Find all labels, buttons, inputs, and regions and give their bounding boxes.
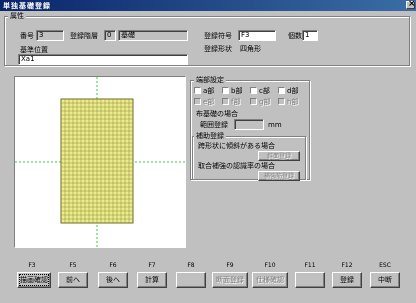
next-button[interactable]: 後へ (98, 272, 128, 288)
part-a-label: a部 (203, 87, 215, 95)
part-c-checkbox[interactable] (250, 87, 257, 94)
slope-register-button: 斜面登録 (258, 151, 300, 161)
range-unit: mm (268, 121, 282, 129)
drawing-preview (14, 76, 186, 248)
shape-value: 四角形 (240, 45, 261, 53)
function-button-bar: 描画確認 前へ 後へ 計算 断面登録 仕様確認 登録 中断 (0, 272, 416, 290)
part-g-checkbox (250, 98, 257, 105)
function-key-row: F3 F5 F6 F7 F8 F9 F10 F11 F12 ESC (0, 262, 416, 270)
cancel-button[interactable]: 中断 (370, 272, 400, 288)
spec-check-button: 仕様確認 (252, 272, 288, 288)
part-h-label: h部 (287, 98, 299, 106)
floor-label: 登録階層 (70, 32, 98, 40)
draw-check-button[interactable]: 描画確認 (17, 272, 51, 288)
base-position-input[interactable]: Xa1 (18, 54, 188, 65)
calculate-button[interactable]: 計算 (137, 272, 167, 288)
part-d-label: d部 (287, 87, 299, 95)
title-bar: 単独基礎登録 (0, 0, 416, 11)
base-position-label: 基準位置 (20, 46, 48, 54)
ending-group-label: 端部設定 (194, 76, 226, 84)
close-icon[interactable] (406, 0, 416, 9)
part-h-checkbox (278, 98, 285, 105)
prev-button[interactable]: 前へ (58, 272, 88, 288)
parts-row-enabled: a部 b部 c部 d部 (194, 86, 310, 96)
range-label: 範囲登録 (200, 121, 228, 129)
footing-plan-drawing (15, 77, 185, 247)
part-e-label: e部 (203, 98, 215, 106)
part-f-label: f部 (231, 98, 241, 106)
part-b-label: b部 (231, 87, 243, 95)
rebar-case-label: 取合補強の認識率の場合 (198, 162, 275, 170)
count-input[interactable]: 1 (302, 30, 318, 41)
window-title: 単独基礎登録 (3, 2, 51, 10)
slope-case-label: 跨形状に傾斜がある場合 (198, 142, 275, 150)
fkey-label: F7 (148, 262, 156, 269)
part-e-checkbox (194, 98, 201, 105)
part-g-label: g部 (259, 98, 271, 106)
fkey-label: ESC (379, 262, 391, 269)
floor-number-field: 0 (104, 30, 116, 41)
fkey-label: F10 (264, 262, 276, 269)
fkey-label: F6 (109, 262, 117, 269)
code-input[interactable]: F3 (238, 30, 276, 41)
cloth-base-label: 布基礎の場合 (196, 110, 238, 118)
aux-group-label: 補助登録 (194, 132, 226, 140)
count-label: 個数 (288, 32, 302, 40)
fkey-label: F3 (28, 262, 36, 269)
fkey-label: F9 (226, 262, 234, 269)
f11-button (295, 272, 325, 288)
fkey-label: F12 (341, 262, 353, 269)
f8-button (176, 272, 206, 288)
floor-name-field: 基礎 (118, 30, 188, 41)
part-b-checkbox[interactable] (222, 87, 229, 94)
number-field: 3 (36, 30, 64, 41)
section-register-button: 断面登録 (212, 272, 248, 288)
part-f-checkbox (222, 98, 229, 105)
fkey-label: F5 (69, 262, 77, 269)
rebar-register-button: 補強筋登録 (258, 171, 300, 181)
attributes-group-label: 属性 (8, 12, 26, 20)
part-d-checkbox[interactable] (278, 87, 285, 94)
fkey-label: F8 (187, 262, 195, 269)
part-c-label: c部 (259, 87, 270, 95)
fkey-label: F11 (304, 262, 316, 269)
range-input (234, 119, 264, 130)
register-button[interactable]: 登録 (332, 272, 362, 288)
number-label: 番号 (20, 32, 34, 40)
code-label: 登録符号 (204, 32, 232, 40)
parts-row-disabled: e部 f部 g部 h部 (194, 97, 310, 107)
part-a-checkbox[interactable] (194, 87, 201, 94)
shape-label: 登録形状 (204, 45, 232, 53)
